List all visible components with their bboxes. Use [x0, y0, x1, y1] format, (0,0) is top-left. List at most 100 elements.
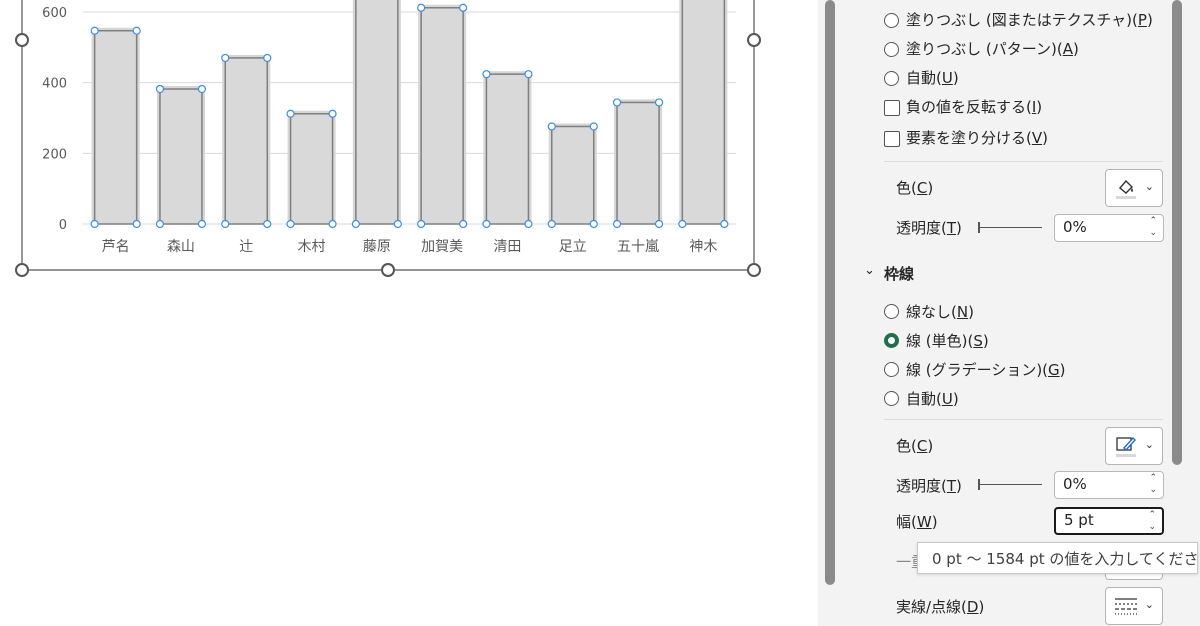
- vary-colors-checkbox[interactable]: [884, 131, 900, 147]
- fill-picture-label[interactable]: 塗りつぶし (図またはテクスチャ)(P): [906, 9, 1153, 30]
- selection-handle[interactable]: [155, 84, 165, 94]
- vary-colors-label[interactable]: 要素を塗り分ける(V): [906, 127, 1048, 148]
- selection-handle[interactable]: [328, 219, 337, 229]
- selection-handle[interactable]: [90, 26, 99, 35]
- bar-chart[interactable]: 0 200 400 600 芦名 森山 辻 木村 藤原 加賀美 清田 足立 五十嵐 神木: [0, 0, 818, 626]
- chevron-down-icon: ⌄: [1144, 598, 1154, 611]
- bar[interactable]: [485, 73, 530, 225]
- fill-pattern-label[interactable]: 塗りつぶし (パターン)(A): [906, 38, 1079, 59]
- selection-handle[interactable]: [155, 219, 165, 229]
- border-transparency-value[interactable]: 0%: [1063, 475, 1087, 493]
- resize-handle[interactable]: [747, 263, 761, 277]
- vertical-scrollbar[interactable]: [825, 0, 835, 585]
- y-tick-label: 200: [42, 147, 67, 162]
- selection-handle[interactable]: [263, 219, 272, 229]
- selection-handle[interactable]: [197, 84, 207, 94]
- selection-handle[interactable]: [589, 122, 598, 131]
- selection-handle[interactable]: [351, 219, 360, 229]
- fill-auto-radio[interactable]: [884, 71, 899, 86]
- invert-negative-label[interactable]: 負の値を反転する(I): [906, 96, 1042, 117]
- selection-handle[interactable]: [221, 53, 230, 63]
- bar[interactable]: [355, 0, 399, 225]
- width-input[interactable]: 5 pt: [1064, 511, 1094, 529]
- x-category-label: 清田: [493, 239, 521, 255]
- selection-handle[interactable]: [720, 219, 729, 229]
- selection-handle[interactable]: [286, 109, 295, 118]
- divider: [884, 419, 1163, 420]
- resize-handle[interactable]: [747, 33, 761, 47]
- spinner-arrows[interactable]: ⌃ ⌄: [1149, 472, 1157, 496]
- selection-handle[interactable]: [286, 219, 295, 229]
- border-solid-label[interactable]: 線 (単色)(S): [906, 330, 989, 351]
- selection-handle[interactable]: [612, 219, 622, 229]
- x-category-label: 足立: [559, 239, 587, 255]
- selection-handle[interactable]: [654, 98, 664, 107]
- selection-handle[interactable]: [263, 53, 272, 63]
- bar[interactable]: [93, 29, 138, 225]
- width-spinner[interactable]: 5 pt ⌃ ⌄: [1054, 507, 1164, 535]
- chart-area[interactable]: 0 200 400 600 芦名 森山 辻 木村 藤原 加賀美 清田 足立 五十嵐 神木: [0, 0, 818, 626]
- fill-transparency-label: 透明度(T): [896, 219, 962, 237]
- border-solid-radio[interactable]: [884, 333, 899, 348]
- bar[interactable]: [224, 57, 268, 225]
- resize-handle[interactable]: [15, 263, 29, 277]
- border-gradient-radio[interactable]: [884, 362, 899, 377]
- selection-handle[interactable]: [459, 219, 468, 229]
- bar[interactable]: [289, 113, 334, 225]
- tooltip-text: 0 pt ～ 1584 pt の値を入力してください: [932, 550, 1200, 568]
- transparency-slider[interactable]: [980, 227, 1042, 228]
- selection-handle[interactable]: [612, 98, 622, 107]
- border-auto-radio[interactable]: [884, 391, 899, 406]
- border-auto-label[interactable]: 自動(U): [906, 388, 959, 409]
- chevron-down-icon: ⌄: [1144, 180, 1154, 193]
- border-none-label[interactable]: 線なし(N): [906, 301, 974, 322]
- selection-handle[interactable]: [589, 219, 598, 229]
- selection-handle[interactable]: [654, 219, 664, 229]
- border-none-radio[interactable]: [884, 304, 899, 319]
- fill-color-button[interactable]: ⌄: [1105, 169, 1163, 207]
- fill-pattern-radio[interactable]: [884, 42, 899, 57]
- selection-handle[interactable]: [90, 219, 99, 229]
- dash-type-button[interactable]: ⌄: [1105, 587, 1163, 625]
- selection-handle[interactable]: [547, 219, 556, 229]
- border-transparency-spinner[interactable]: 0% ⌃ ⌄: [1054, 471, 1164, 499]
- selection-handle[interactable]: [221, 219, 230, 229]
- selection-handle[interactable]: [482, 70, 491, 79]
- transparency-slider[interactable]: [980, 484, 1042, 485]
- resize-handle[interactable]: [15, 33, 29, 47]
- bar[interactable]: [551, 125, 595, 225]
- selection-handle[interactable]: [393, 219, 402, 229]
- bar[interactable]: [681, 0, 726, 225]
- selection-handle[interactable]: [417, 219, 426, 229]
- invert-negative-checkbox[interactable]: [884, 100, 900, 116]
- selection-handle[interactable]: [678, 219, 687, 229]
- selection-handle[interactable]: [524, 70, 533, 79]
- selection-handle[interactable]: [197, 219, 207, 229]
- spinner-arrows[interactable]: ⌃ ⌄: [1149, 215, 1157, 239]
- selection-handle[interactable]: [328, 109, 337, 118]
- border-section-title[interactable]: 枠線: [884, 263, 914, 284]
- selection-handle[interactable]: [417, 3, 426, 12]
- selection-handle[interactable]: [459, 3, 468, 12]
- fill-auto-label[interactable]: 自動(U): [906, 67, 959, 88]
- resize-handle[interactable]: [381, 263, 395, 277]
- border-color-button[interactable]: ⌄: [1105, 427, 1163, 465]
- selection-handle[interactable]: [524, 219, 533, 229]
- selection-handle[interactable]: [132, 219, 141, 229]
- selection-handle[interactable]: [132, 26, 141, 35]
- bar[interactable]: [420, 7, 464, 225]
- bar[interactable]: [616, 101, 660, 225]
- pane-scrollbar[interactable]: [1172, 0, 1182, 465]
- fill-picture-radio[interactable]: [884, 13, 899, 28]
- selection-handle[interactable]: [547, 122, 556, 131]
- pen-icon: [1116, 436, 1136, 457]
- selection-handle[interactable]: [482, 219, 491, 229]
- border-color-label: 色(C): [896, 437, 934, 455]
- fill-transparency-value[interactable]: 0%: [1063, 218, 1087, 236]
- border-gradient-label[interactable]: 線 (グラデーション)(G): [906, 359, 1066, 380]
- fill-transparency-spinner[interactable]: 0% ⌃ ⌄: [1054, 214, 1164, 242]
- spinner-arrows[interactable]: ⌃ ⌄: [1148, 509, 1156, 533]
- bar[interactable]: [159, 88, 203, 225]
- chevron-down-icon[interactable]: ⌄: [864, 263, 875, 278]
- x-category-label: 芦名: [102, 239, 130, 255]
